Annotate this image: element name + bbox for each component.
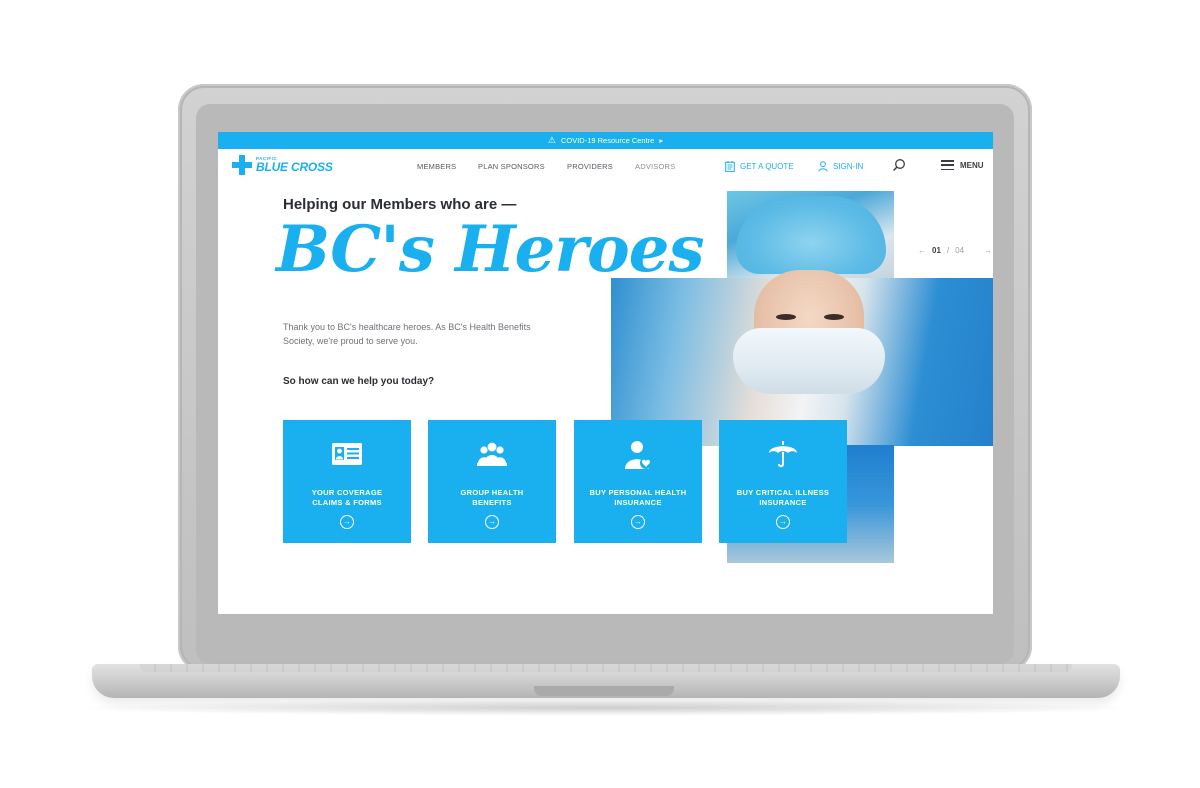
- help-question: So how can we help you today?: [283, 376, 435, 387]
- user-icon: [818, 161, 828, 172]
- warning-icon: ⚠: [547, 135, 556, 145]
- menu-button[interactable]: MENU: [941, 160, 984, 170]
- tile-label-line2: CLAIMS & FORMS: [312, 497, 382, 507]
- group-icon: [477, 442, 507, 466]
- person-heart-icon: [625, 441, 652, 469]
- covid-banner[interactable]: ⚠ COVID-19 Resource Centre ▸: [218, 132, 993, 149]
- get-a-quote-label: GET A QUOTE: [740, 162, 794, 171]
- tile-label-line2: BENEFITS: [472, 497, 512, 507]
- tile-label-line2: INSURANCE: [759, 497, 807, 507]
- surgical-cap: [736, 196, 886, 274]
- pager-prev-arrow-icon[interactable]: ←: [918, 246, 926, 255]
- hero-intro-text: Thank you to BC's healthcare heroes. As …: [283, 322, 531, 346]
- laptop-shadow: [70, 700, 1140, 716]
- pager-current: 01: [932, 246, 941, 255]
- laptop-notch: [534, 686, 674, 696]
- hamburger-icon: [941, 160, 954, 170]
- surgical-mask: [733, 328, 885, 394]
- arrow-right-circle-icon[interactable]: →: [776, 515, 790, 529]
- arrow-right-circle-icon[interactable]: →: [631, 515, 645, 529]
- sign-in-link[interactable]: SIGN-IN: [818, 161, 863, 172]
- tile-critical-illness-insurance[interactable]: BUY CRITICAL ILLNESS INSURANCE →: [719, 420, 847, 543]
- pacific-blue-cross-logo[interactable]: PACIFIC BLUE CROSS: [232, 155, 333, 175]
- nav-plan-sponsors[interactable]: PLAN SPONSORS: [478, 162, 545, 171]
- cross-logo-icon: [232, 155, 252, 175]
- pager-separator: /: [946, 246, 950, 255]
- tile-group-health-benefits[interactable]: GROUP HEALTH BENEFITS →: [428, 420, 556, 543]
- hero-heading: BC's Heroes: [276, 212, 704, 287]
- menu-label: MENU: [960, 160, 984, 170]
- tile-label-line1: BUY CRITICAL ILLNESS: [736, 488, 830, 497]
- covid-banner-arrow-icon: ▸: [659, 136, 664, 145]
- nav-advisors[interactable]: ADVISORS: [635, 162, 675, 171]
- umbrella-icon: [769, 441, 797, 468]
- tile-personal-health-insurance[interactable]: BUY PERSONAL HEALTH INSURANCE →: [574, 420, 702, 543]
- hero-subheading: Helping our Members who are —: [283, 196, 517, 213]
- quote-document-icon: [725, 161, 735, 172]
- website-screen: ⚠ COVID-19 Resource Centre ▸ PACIFIC BLU…: [218, 132, 993, 614]
- nurse-eye-left: [776, 314, 796, 320]
- arrow-right-circle-icon[interactable]: →: [485, 515, 499, 529]
- arrow-right-circle-icon[interactable]: →: [340, 515, 354, 529]
- sign-in-label: SIGN-IN: [833, 162, 864, 171]
- search-icon[interactable]: [892, 158, 906, 172]
- nurse-eye-right: [824, 314, 844, 320]
- logo-big-text: BLUE CROSS: [256, 160, 333, 175]
- tile-label-line2: INSURANCE: [614, 497, 662, 507]
- pager-total: 04: [955, 246, 965, 255]
- tile-label-line1: YOUR COVERAGE: [311, 488, 383, 497]
- nav-providers[interactable]: PROVIDERS: [567, 162, 613, 171]
- id-card-icon: [332, 443, 362, 465]
- pager-next-arrow-icon[interactable]: →: [984, 246, 992, 255]
- tile-label-line1: GROUP HEALTH: [460, 488, 524, 497]
- tile-coverage-claims-forms[interactable]: YOUR COVERAGE CLAIMS & FORMS →: [283, 420, 411, 543]
- slide-pager: ← 01 / 04 →: [918, 246, 992, 255]
- tile-label-line1: BUY PERSONAL HEALTH: [589, 488, 687, 497]
- get-a-quote-link[interactable]: GET A QUOTE: [725, 161, 794, 172]
- main-navigation: PACIFIC BLUE CROSS MEMBERS PLAN SPONSORS…: [218, 149, 993, 185]
- nav-members[interactable]: MEMBERS: [417, 162, 456, 171]
- laptop-hinge: [140, 664, 1072, 672]
- covid-banner-text[interactable]: COVID-19 Resource Centre: [561, 136, 654, 145]
